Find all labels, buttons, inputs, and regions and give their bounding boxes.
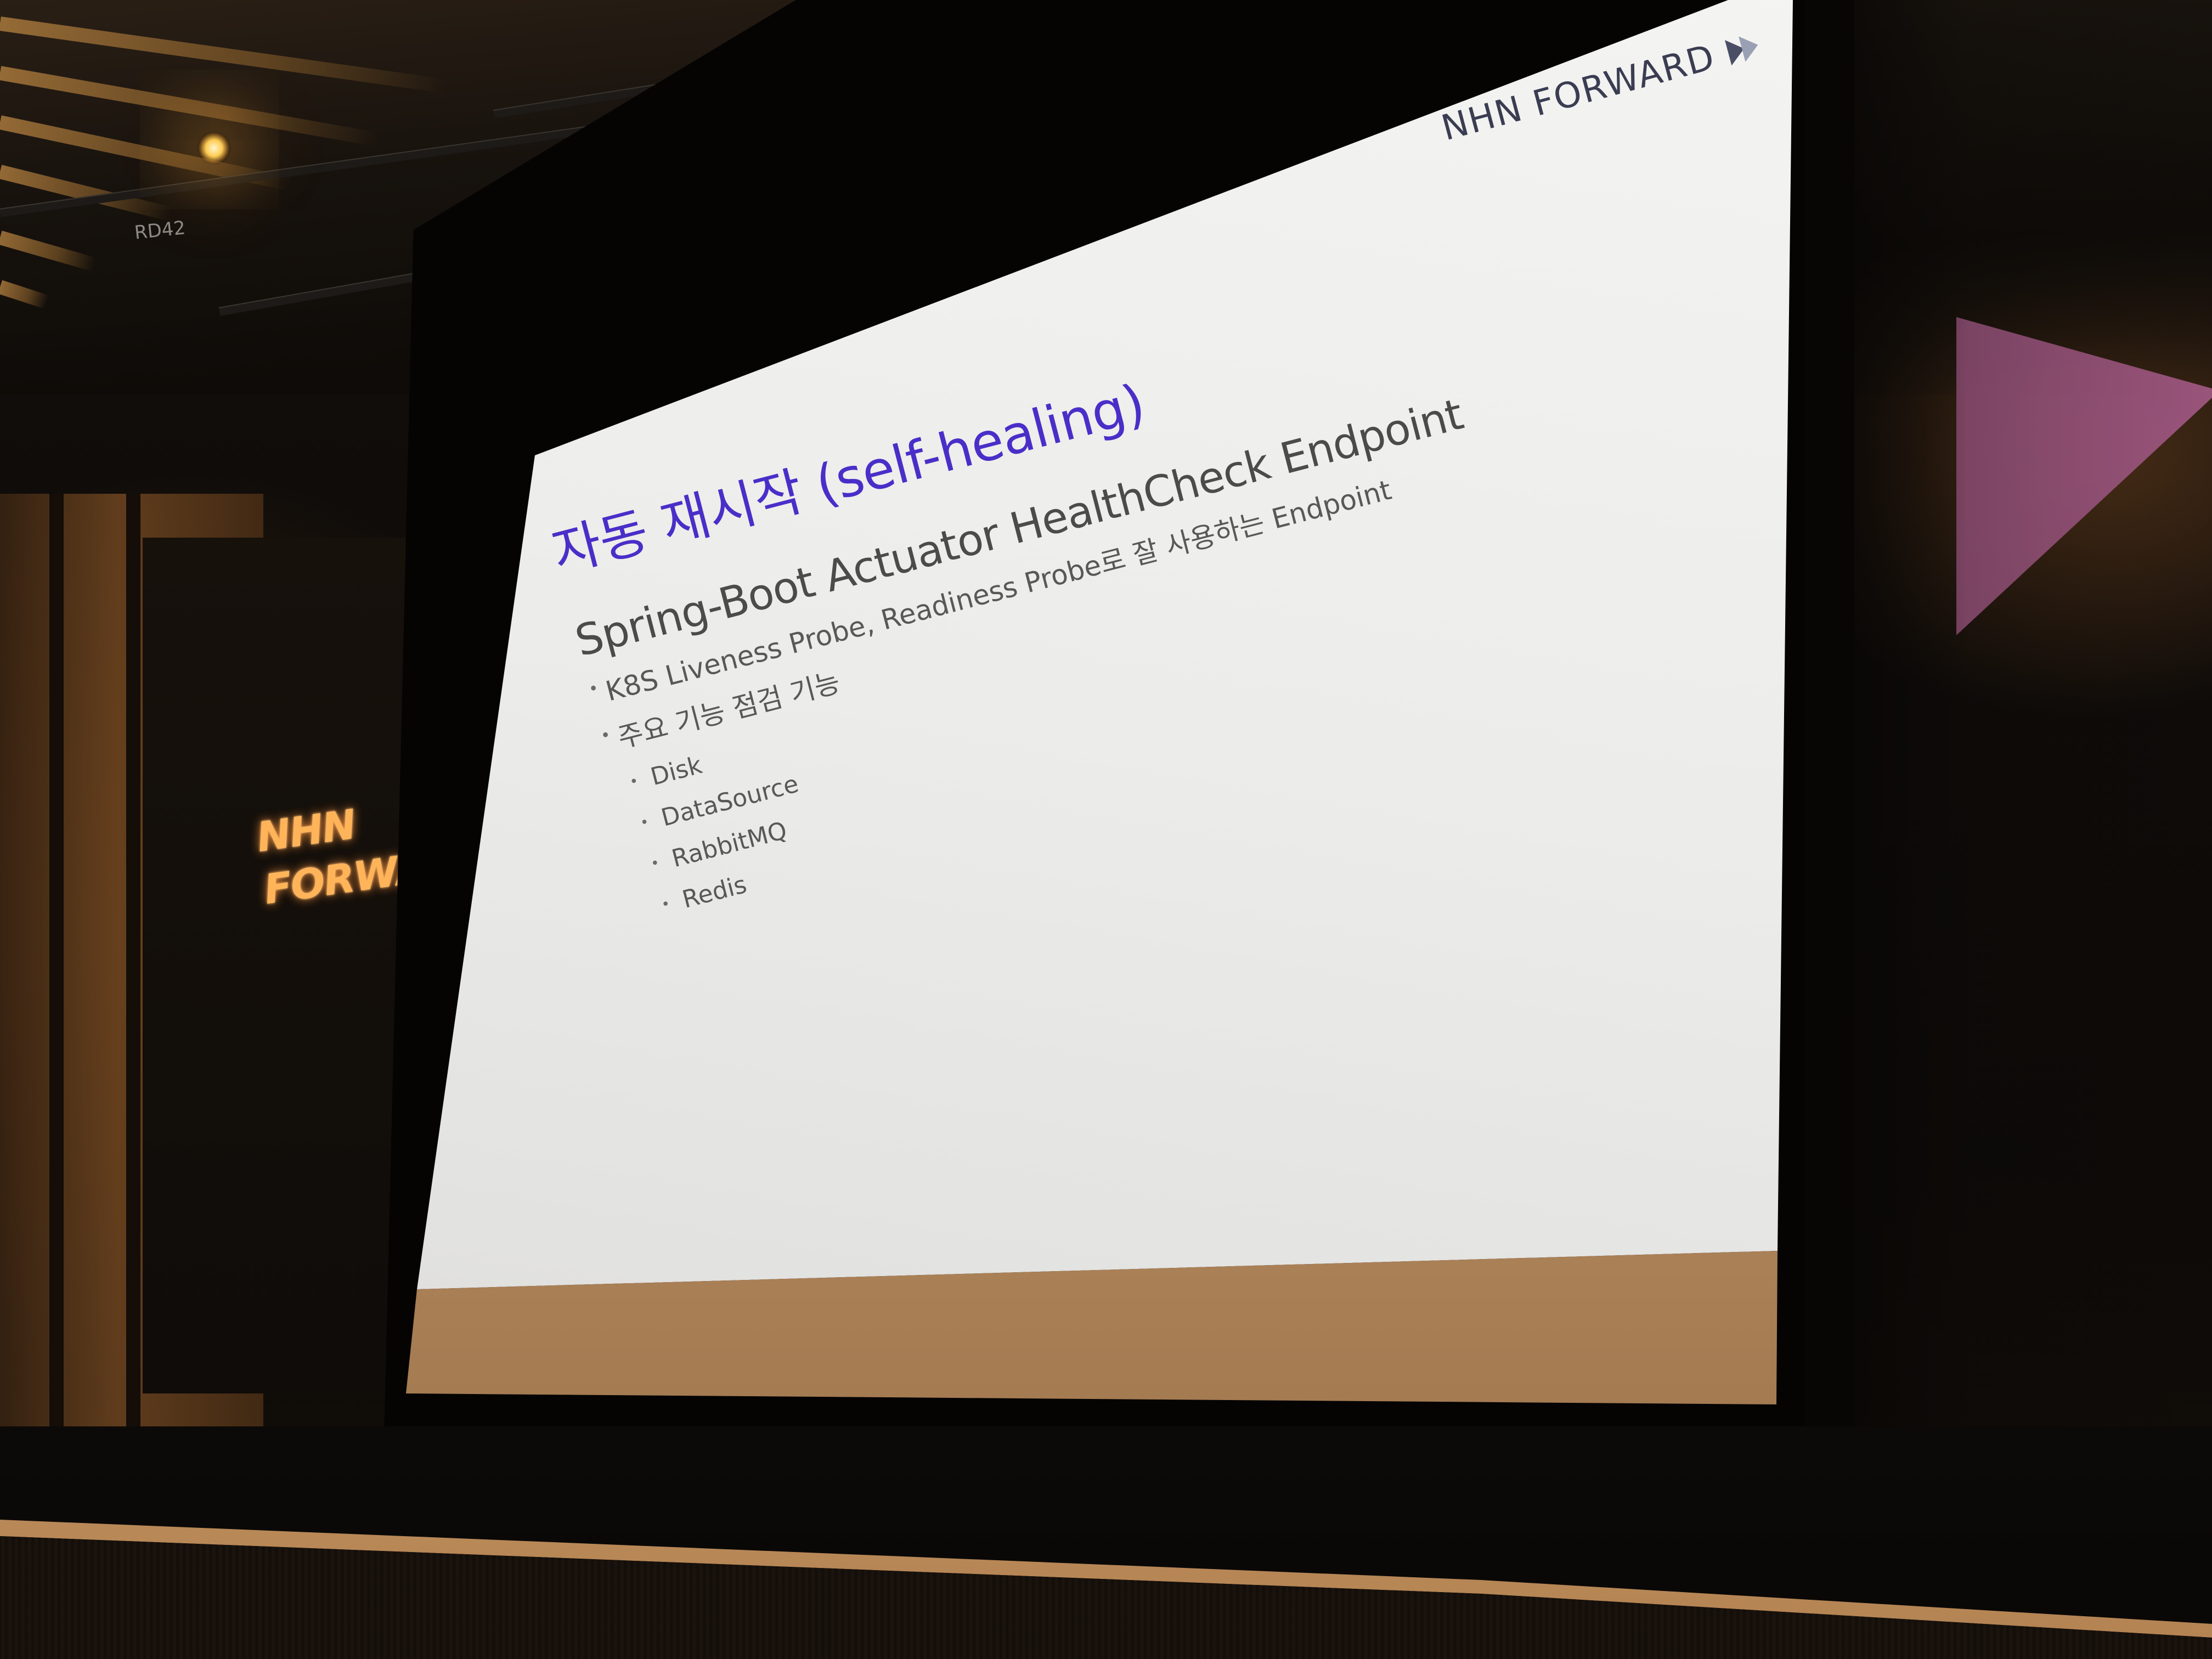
wall-divider — [49, 494, 64, 1426]
right-wall-shadow — [1805, 0, 2212, 1426]
ceiling-spotlight — [198, 132, 230, 165]
conference-hall-photo: RD42 NHN FORWARD NHN FORWARD 자동 재시작 (sel… — [0, 0, 2212, 1659]
forward-arrows-icon — [1724, 32, 1762, 66]
wall-divider — [126, 494, 140, 1426]
